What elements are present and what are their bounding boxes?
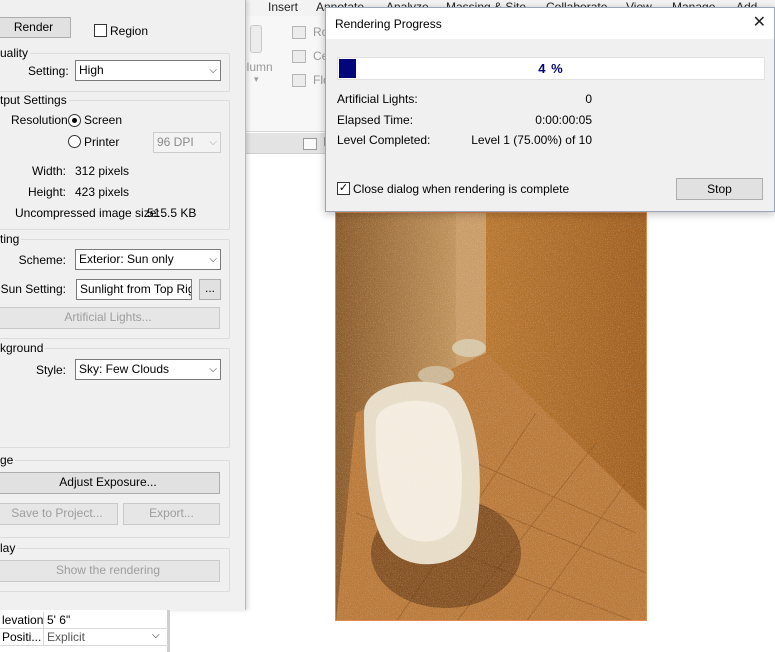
dialog-titlebar: Rendering Progress ✕ (326, 8, 774, 39)
printer-label: Printer (84, 135, 120, 149)
scheme-value: Exterior: Sun only (79, 252, 174, 266)
progress-bar: 4 % (337, 57, 765, 80)
chevron-down-icon[interactable]: ⌵ (152, 630, 160, 641)
quality-group-title: uality (0, 46, 31, 60)
height-label: Height: (27, 185, 66, 199)
elapsed-time-value: 0:00:00:05 (535, 113, 592, 127)
property-value[interactable]: 5' 6" (47, 613, 70, 627)
palette-scrollbar[interactable] (168, 610, 170, 652)
chevron-down-icon: ⌵ (209, 137, 217, 148)
quality-setting-value: High (79, 63, 104, 77)
render-dialog: Render Region uality Setting: High ⌵ tpu… (0, 0, 246, 610)
background-group-title: kground (0, 341, 46, 355)
close-when-complete-checkbox[interactable]: ✓ (337, 182, 350, 195)
dialog-title: Rendering Progress (335, 17, 442, 31)
scheme-label: Scheme: (18, 253, 66, 267)
save-to-project-button[interactable]: Save to Project... (0, 503, 118, 525)
quality-setting-select[interactable]: High ⌵ (75, 60, 221, 81)
chevron-down-icon[interactable]: ▾ (254, 74, 259, 85)
render-button[interactable]: Render (0, 17, 71, 38)
chevron-down-icon: ⌵ (209, 65, 217, 76)
screen-label: Screen (84, 113, 123, 127)
properties-palette: levation 5' 6" Positi... Explicit ⌵ (0, 610, 168, 652)
chevron-down-icon: ⌵ (209, 364, 217, 375)
column-tool-icon[interactable] (250, 25, 262, 53)
floor-icon[interactable] (292, 74, 306, 87)
property-value[interactable]: Explicit (47, 630, 85, 644)
rendering-progress-dialog: Rendering Progress ✕ 4 % Artificial Ligh… (325, 7, 775, 212)
lighting-group-title: ting (0, 232, 22, 246)
sun-setting-browse-button[interactable]: ... (199, 279, 221, 300)
artificial-lights-label: Artificial Lights: (337, 92, 418, 106)
style-label: Style: (35, 363, 66, 377)
progress-percent: 4 % (538, 61, 564, 76)
dpi-select[interactable]: 96 DPI ⌵ (153, 132, 221, 153)
close-when-complete-label: Close dialog when rendering is complete (353, 182, 570, 196)
export-button[interactable]: Export... (123, 503, 220, 525)
output-settings-title: tput Settings (0, 93, 69, 107)
screen-radio[interactable] (68, 114, 81, 127)
dpi-value: 96 DPI (157, 135, 194, 149)
artificial-lights-button[interactable]: Artificial Lights... (0, 307, 220, 329)
show-rendering-button[interactable]: Show the rendering (0, 560, 220, 582)
display-group-title: lay (0, 541, 18, 555)
view-icon[interactable] (303, 138, 317, 150)
tab-insert[interactable]: Insert (268, 0, 298, 14)
close-icon[interactable]: ✕ (753, 14, 766, 32)
width-label: Width: (31, 164, 66, 178)
property-name: levation (2, 613, 44, 627)
image-group-title: ge (0, 453, 16, 467)
rendered-image (335, 212, 647, 621)
image-size-label: Uncompressed image size: (15, 206, 160, 220)
quality-setting-label: Setting: (28, 64, 69, 78)
property-name: Positi... (2, 630, 42, 644)
sun-setting-label: Sun Setting: (0, 282, 66, 296)
artificial-lights-value: 0 (585, 92, 592, 106)
table-row[interactable]: levation 5' 6" (0, 612, 168, 629)
bathroom-render-graphic (336, 213, 646, 620)
scheme-select[interactable]: Exterior: Sun only ⌵ (75, 249, 221, 270)
printer-radio[interactable] (68, 135, 81, 148)
chevron-down-icon: ⌵ (209, 254, 217, 265)
level-completed-label: Level Completed: (337, 133, 431, 147)
stop-button[interactable]: Stop (676, 178, 763, 200)
image-size-value: 515.5 KB (147, 206, 197, 220)
level-completed-value: Level 1 (75.00%) of 10 (471, 133, 592, 147)
sun-setting-value: Sunlight from Top Righ (80, 282, 192, 296)
resolution-label: Resolution: (11, 113, 72, 127)
elapsed-time-label: Elapsed Time: (337, 113, 414, 127)
height-value: 423 pixels (75, 185, 130, 199)
adjust-exposure-button[interactable]: Adjust Exposure... (0, 472, 220, 494)
table-row[interactable]: Positi... Explicit ⌵ (0, 629, 168, 646)
sun-setting-field[interactable]: Sunlight from Top Righ (76, 279, 192, 300)
width-value: 312 pixels (75, 164, 130, 178)
background-style-value: Sky: Few Clouds (79, 362, 170, 376)
region-checkbox[interactable] (94, 24, 107, 37)
region-label: Region (110, 24, 149, 38)
roof-icon[interactable] (292, 26, 306, 39)
ceiling-icon[interactable] (292, 50, 306, 63)
background-style-select[interactable]: Sky: Few Clouds ⌵ (75, 359, 221, 380)
